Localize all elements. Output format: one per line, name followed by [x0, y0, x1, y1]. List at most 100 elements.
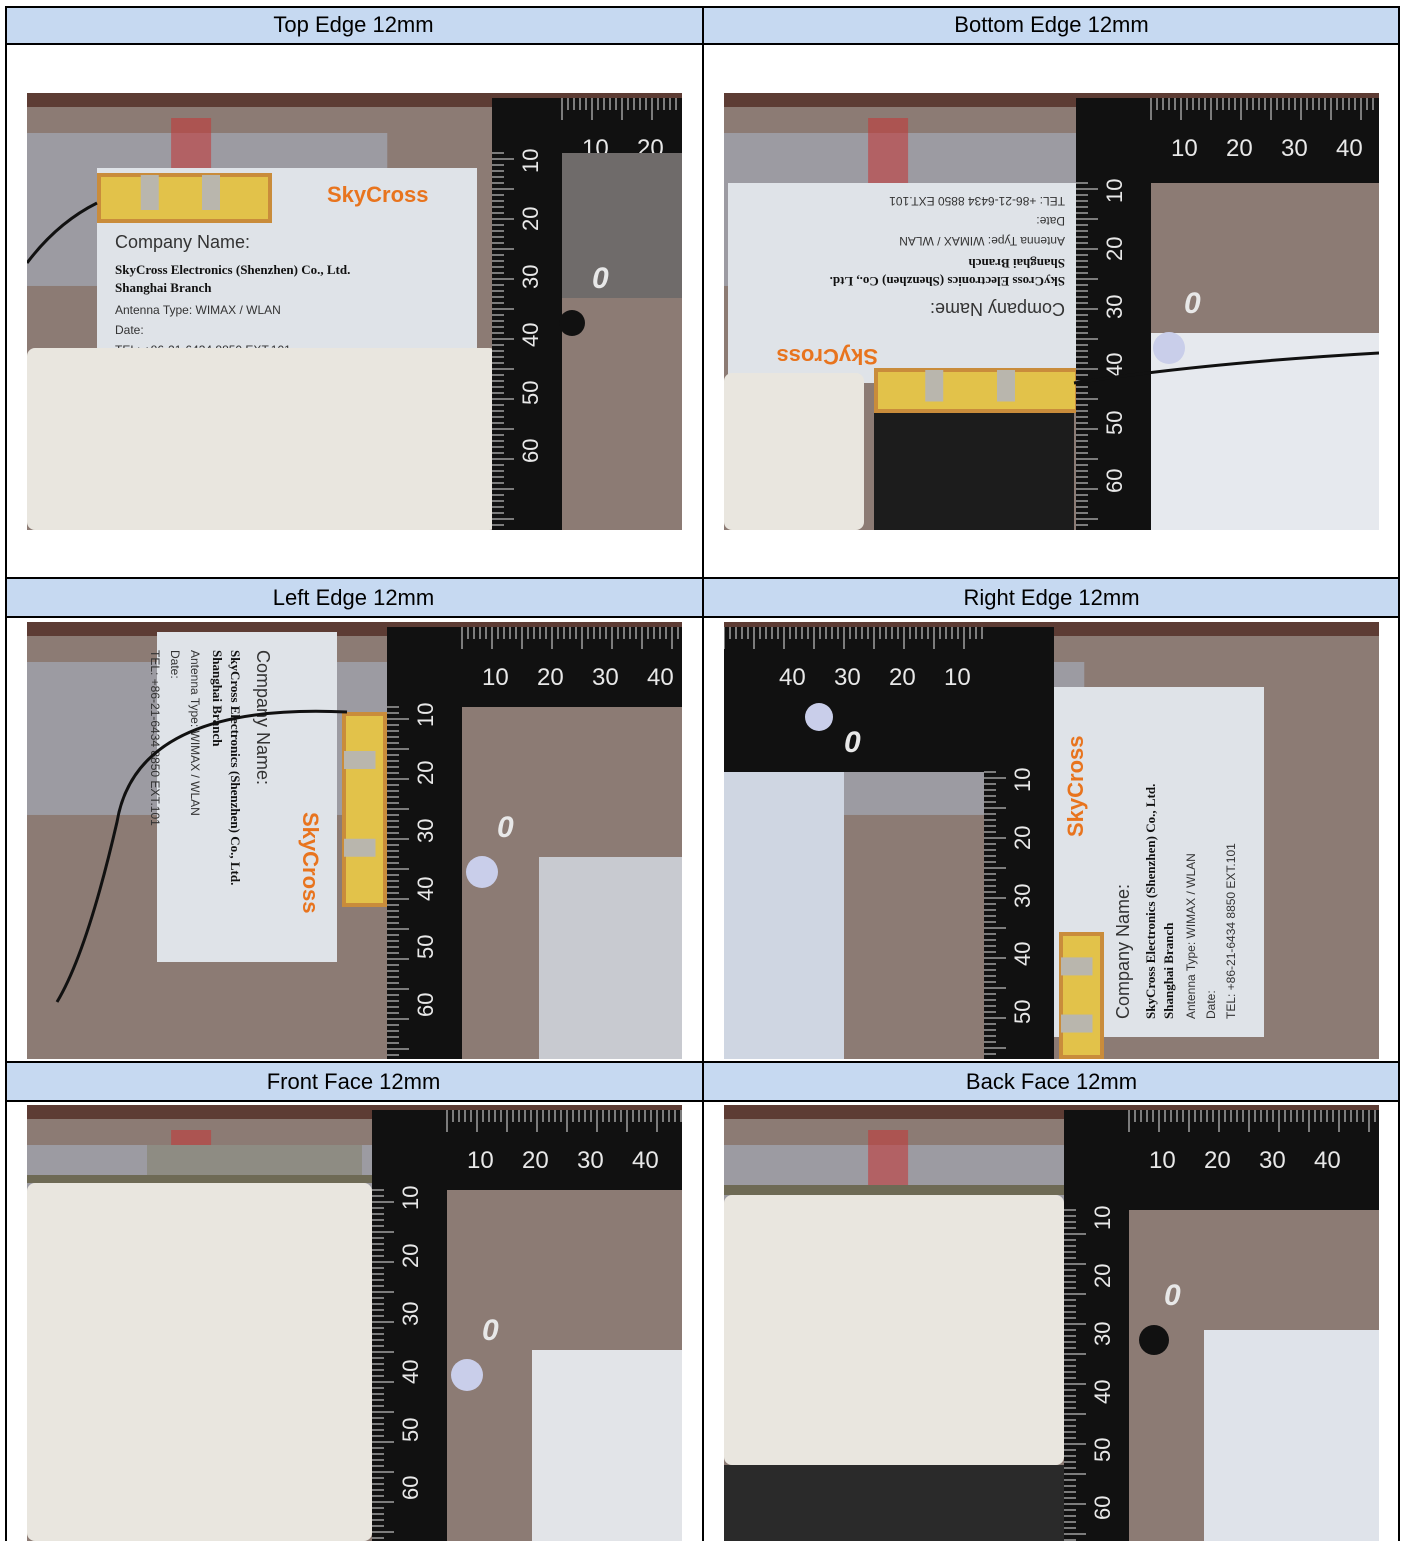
ruler-label: 40 [1314, 1147, 1341, 1174]
antenna-clip [1061, 1014, 1093, 1033]
antenna-edge [724, 1185, 1064, 1195]
ruler-label: 40 [1010, 942, 1035, 966]
ruler-label: 20 [1090, 1264, 1115, 1288]
antenna-edge [27, 1175, 372, 1183]
ruler-label: 10 [1010, 768, 1035, 792]
card-date: Date: [168, 650, 182, 679]
ruler-label: 10 [1102, 179, 1127, 203]
ruler-label: 40 [1090, 1380, 1115, 1404]
ruler-label: 30 [577, 1147, 604, 1174]
ruler-inner-shadow [562, 153, 682, 298]
cell-header-front-face: Front Face 12mm [5, 1063, 702, 1101]
bright-window [1204, 1330, 1379, 1541]
ruler-zero-label: 0 [482, 1314, 499, 1347]
antenna-trace [878, 372, 1075, 409]
card-brand-logo: SkyCross [327, 182, 429, 207]
ruler-label: 40 [647, 664, 674, 691]
ruler-label: 40 [398, 1360, 423, 1384]
ruler-label: 40 [1102, 353, 1127, 377]
card-date: Date: [1204, 990, 1218, 1019]
ruler-hole [559, 310, 585, 336]
foam-block [724, 373, 864, 530]
card-brand-logo: SkyCross [776, 344, 878, 369]
antenna-clip [344, 751, 376, 769]
ruler-label: 30 [398, 1302, 423, 1326]
card-company-name: SkyCross Electronics (Shenzhen) Co., Ltd… [830, 274, 1065, 289]
ruler-label: 40 [632, 1147, 659, 1174]
ruler-label: 60 [1090, 1496, 1115, 1520]
photo-bottom-edge: SkyCross Company Name: SkyCross Electronic… [724, 93, 1379, 530]
ruler-hole [805, 703, 833, 731]
dark-support [874, 413, 1074, 530]
antenna-pcb [342, 712, 387, 907]
antenna-pcb [874, 368, 1079, 413]
ruler-label: 20 [522, 1147, 549, 1174]
ruler-label: 20 [398, 1244, 423, 1268]
ruler-label: 50 [1010, 1000, 1035, 1024]
card-branch: Shanghai Branch [210, 650, 225, 747]
ruler-label: 50 [413, 935, 438, 959]
cell-header-bottom-edge: Bottom Edge 12mm [703, 6, 1400, 44]
ruler-hole [1139, 1325, 1169, 1355]
ruler-label: 10 [1171, 135, 1198, 162]
table-border-left [5, 6, 7, 1541]
ruler-hole [451, 1359, 483, 1391]
card-antenna-type: Antenna Type: WIMAX / WLAN [1184, 853, 1198, 1019]
ruler-label: 50 [1090, 1438, 1115, 1462]
card-antenna-type: Antenna Type: WIMAX / WLAN [899, 234, 1065, 248]
ruler-label: 10 [1149, 1147, 1176, 1174]
card-tel: TEL: +86-21-6434 8850 EXT.101 [1224, 843, 1238, 1019]
ruler-label: 60 [1102, 469, 1127, 493]
dark-support [724, 1465, 1064, 1541]
ruler-hole [1153, 332, 1185, 364]
ruler-label: 50 [1102, 411, 1127, 435]
card-tel: TEL: +86-21-6434 8850 EXT.101 [148, 650, 162, 826]
card-branch: Shanghai Branch [115, 280, 212, 295]
photo-table: Top Edge 12mm Bottom Edge 12mm Left Edge… [5, 6, 1400, 1541]
antenna-clip-row [147, 1145, 362, 1175]
antenna-clip [925, 370, 944, 402]
photo-front-face: 10 20 30 40 10 20 30 40 50 60 0 [27, 1105, 682, 1541]
cell-header-right-edge: Right Edge 12mm [703, 579, 1400, 617]
ruler-zero-label: 0 [844, 726, 861, 759]
bright-window [539, 857, 682, 1059]
ruler-label: 60 [398, 1476, 423, 1500]
card-tel: TEL: +86-21-6434 8850 EXT.101 [889, 194, 1065, 208]
card-company-name: SkyCross Electronics (Shenzhen) Co., Ltd… [1143, 784, 1158, 1019]
ruler-hole [466, 856, 498, 888]
card-company-label: Company Name: [253, 650, 273, 785]
card-date: Date: [115, 323, 144, 337]
bright-window [532, 1350, 682, 1541]
ruler-label: 60 [413, 993, 438, 1017]
table-border-right [1398, 6, 1400, 1541]
ruler-zero-label: 0 [1184, 287, 1201, 320]
card-branch: Shanghai Branch [1161, 922, 1176, 1019]
ruler-zero-label: 0 [592, 262, 609, 295]
photo-illustration: 10 20 30 40 10 20 30 40 50 60 0 [27, 1105, 682, 1541]
cell-header-left-edge: Left Edge 12mm [5, 579, 702, 617]
card-company-label: Company Name: [930, 299, 1065, 319]
card-company-label: Company Name: [115, 232, 250, 252]
ruler-label: 30 [834, 664, 861, 691]
ruler-label: 30 [1281, 135, 1308, 162]
ruler-horizontal-arm [724, 627, 1054, 772]
ruler-label: 60 [518, 439, 543, 463]
ruler-label: 10 [518, 149, 543, 173]
card-brand-logo: SkyCross [1063, 735, 1088, 837]
photo-illustration: SkyCross Company Name: SkyCross Electronic… [27, 93, 682, 530]
antenna-trace [1063, 936, 1100, 1055]
ruler-label: 30 [1090, 1322, 1115, 1346]
card-company-name: SkyCross Electronics (Shenzhen) Co., Ltd… [228, 650, 243, 885]
ruler-label: 50 [398, 1418, 423, 1442]
ruler-label: 20 [518, 207, 543, 231]
ruler-label: 30 [518, 265, 543, 289]
antenna-clip [997, 370, 1015, 402]
bright-window [1151, 333, 1379, 530]
ruler-label: 20 [1204, 1147, 1231, 1174]
antenna-trace [346, 716, 383, 903]
antenna-pcb [97, 173, 272, 223]
photo-right-edge: SkyCross Company Name: SkyCross Electronic… [724, 622, 1379, 1059]
photo-illustration: SkyCross Company Name: SkyCross Electronic… [724, 622, 1379, 1059]
card-date: Date: [1036, 214, 1065, 228]
photo-illustration: SkyCross Company Name: SkyCross Electronic… [724, 93, 1379, 530]
